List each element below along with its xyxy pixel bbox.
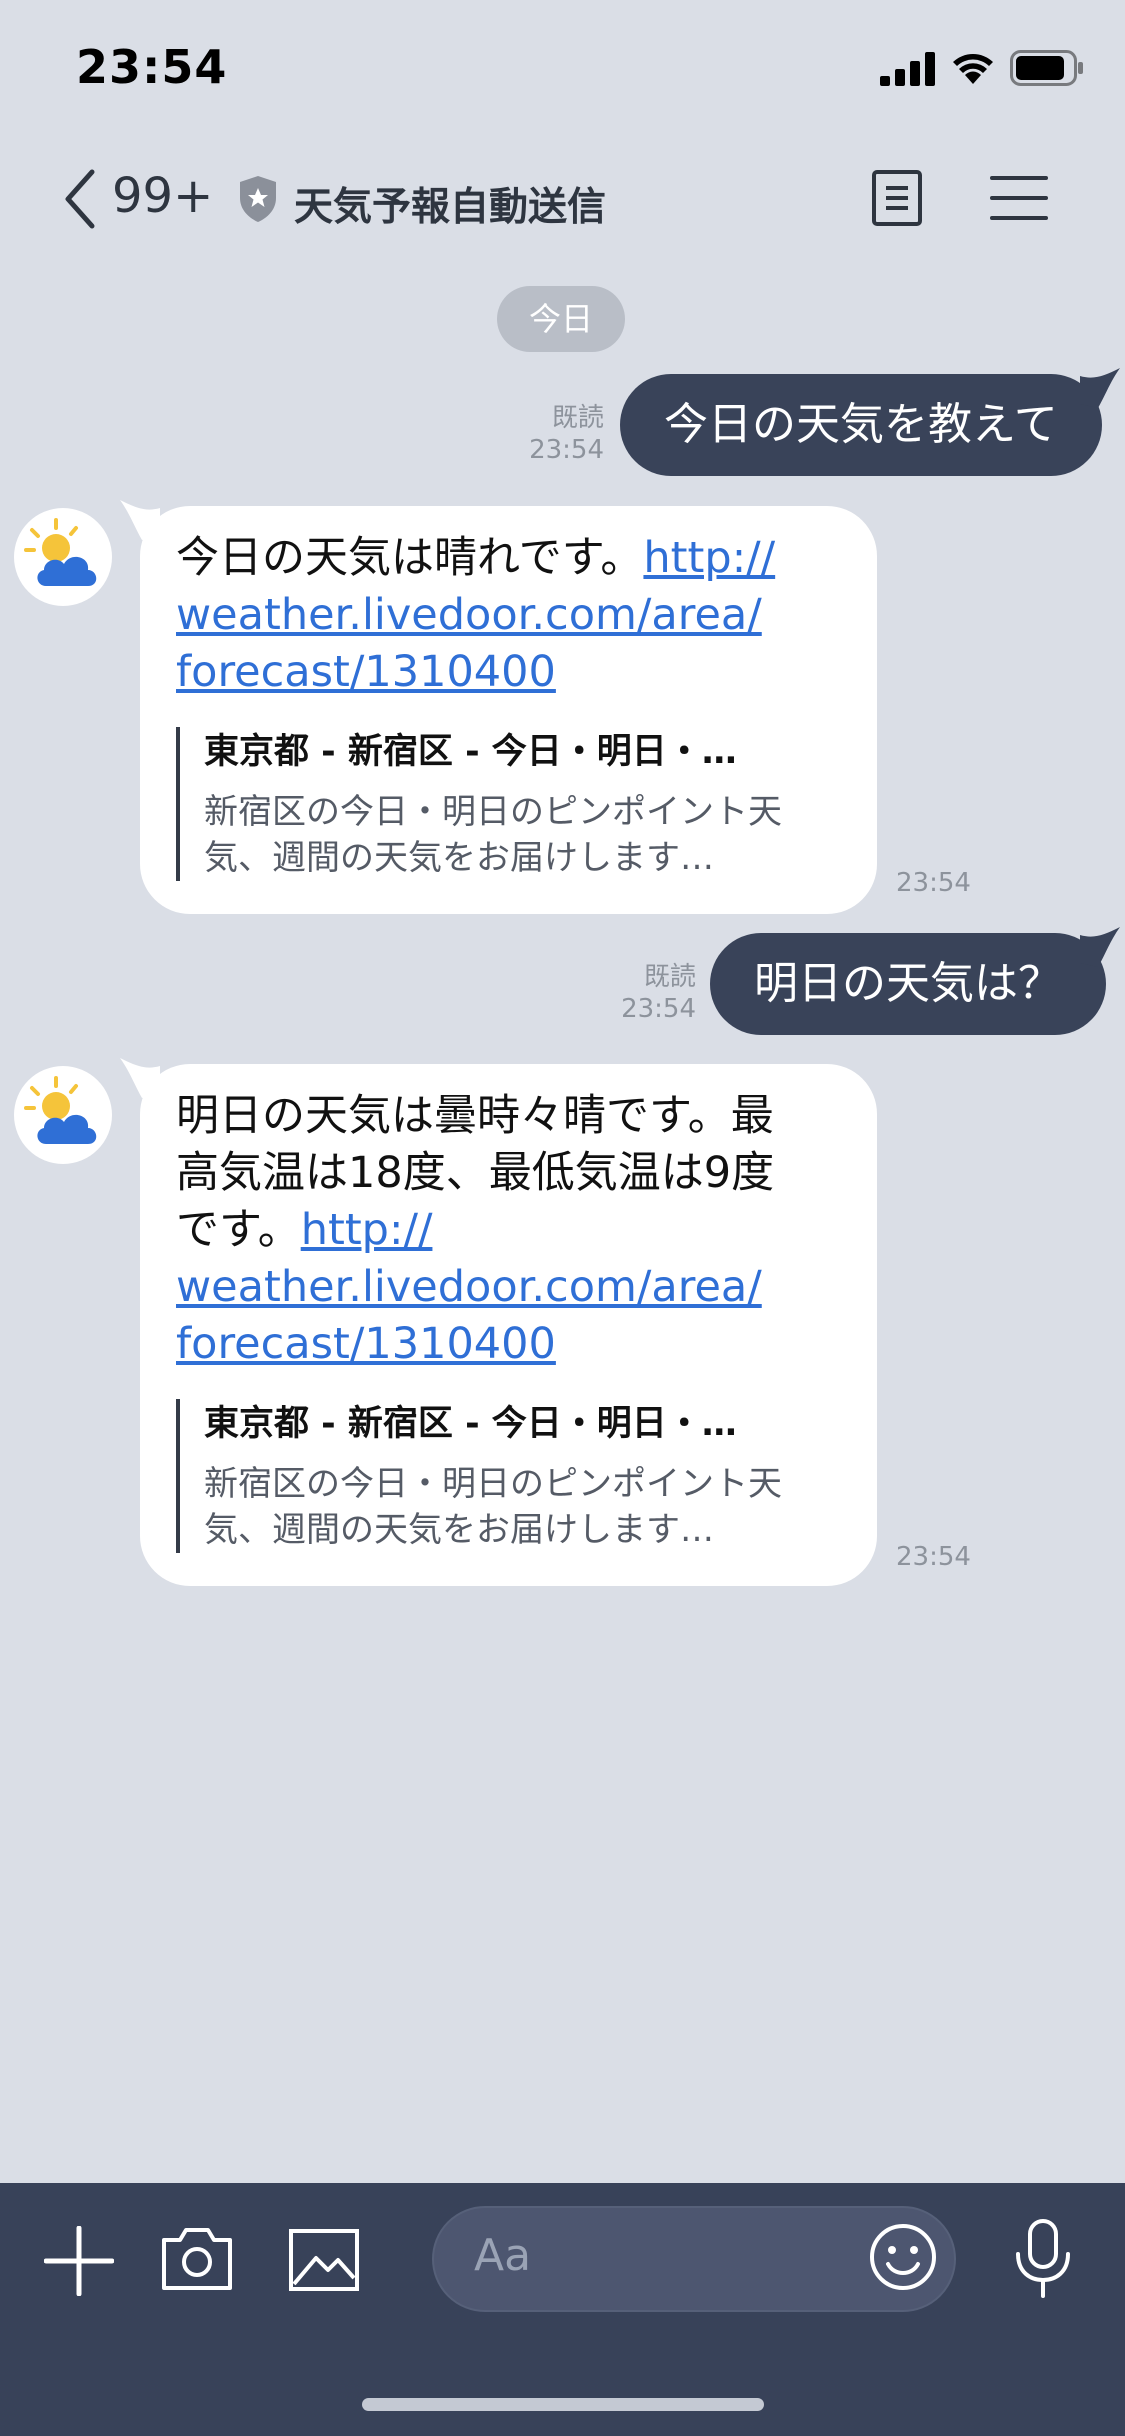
link-preview[interactable]: 東京都 - 新宿区 - 今日・明日・… 新宿区の今日・明日のピンポイント天気、週…: [176, 727, 841, 881]
message-body: 今日の天気は晴れです。: [176, 533, 644, 583]
home-indicator: [362, 2398, 764, 2411]
image-icon[interactable]: [288, 2228, 360, 2292]
shield-icon: [240, 176, 276, 222]
message-body: 高気温は18度、最低気温は9度: [176, 1148, 775, 1198]
plus-icon[interactable]: [44, 2226, 114, 2296]
avatar[interactable]: [14, 1066, 112, 1164]
menu-icon[interactable]: [990, 174, 1048, 222]
preview-title: 東京都 - 新宿区 - 今日・明日・…: [204, 732, 737, 772]
message-body: です。: [176, 1205, 301, 1255]
note-icon[interactable]: [870, 168, 926, 228]
read-label: 既読: [551, 403, 604, 433]
battery-icon: [1010, 50, 1083, 86]
preview-description: 新宿区の今日・明日のピンポイント天気、週間の天気をお届けします…: [204, 792, 782, 878]
message-time: 23:54: [529, 435, 604, 465]
message-time: 23:54: [896, 868, 971, 898]
emoji-icon[interactable]: [868, 2222, 938, 2292]
incoming-bubble[interactable]: 今日の天気は晴れです。http://weather.livedoor.com/a…: [140, 506, 877, 914]
message-time: 23:54: [621, 994, 696, 1024]
avatar[interactable]: [14, 508, 112, 606]
wifi-icon: [953, 54, 993, 84]
weather-icon: [24, 518, 97, 586]
camera-icon[interactable]: [160, 2226, 234, 2292]
back-chevron-icon[interactable]: [60, 168, 100, 230]
outgoing-bubble[interactable]: 今日の天気を教えて: [620, 374, 1102, 476]
message-input-placeholder: Aa: [474, 2230, 532, 2281]
chat-title: 天気予報自動送信: [294, 185, 607, 230]
message-text: 今日の天気を教えて: [664, 399, 1058, 450]
preview-description: 新宿区の今日・明日のピンポイント天気、週間の天気をお届けします…: [204, 1464, 782, 1550]
status-time: 23:54: [76, 40, 228, 94]
read-receipt: 既読 23:54: [520, 402, 604, 466]
message-text: 今日の天気は晴れです。http://weather.livedoor.com/a…: [176, 530, 841, 701]
cellular-signal-icon: [880, 52, 935, 86]
unread-count[interactable]: 99+: [112, 168, 213, 224]
bubble-tail: [1080, 927, 1120, 967]
mic-icon[interactable]: [1010, 2218, 1076, 2300]
date-chip: 今日: [497, 286, 625, 352]
weather-icon: [24, 1076, 97, 1144]
preview-title: 東京都 - 新宿区 - 今日・明日・…: [204, 1404, 737, 1444]
incoming-bubble[interactable]: 明日の天気は曇時々晴です。最 高気温は18度、最低気温は9度 です。http:/…: [140, 1064, 877, 1586]
message-body: 明日の天気は曇時々晴です。最: [176, 1091, 774, 1141]
message-time: 23:54: [896, 1542, 971, 1572]
read-label: 既読: [643, 962, 696, 992]
outgoing-bubble[interactable]: 明日の天気は？: [710, 933, 1106, 1035]
message-text: 明日の天気は？: [754, 958, 1062, 1009]
bubble-tail: [1080, 368, 1120, 408]
link-preview[interactable]: 東京都 - 新宿区 - 今日・明日・… 新宿区の今日・明日のピンポイント天気、週…: [176, 1399, 841, 1553]
message-text: 明日の天気は曇時々晴です。最 高気温は18度、最低気温は9度 です。http:/…: [176, 1088, 841, 1373]
read-receipt: 既読 23:54: [612, 961, 696, 1025]
